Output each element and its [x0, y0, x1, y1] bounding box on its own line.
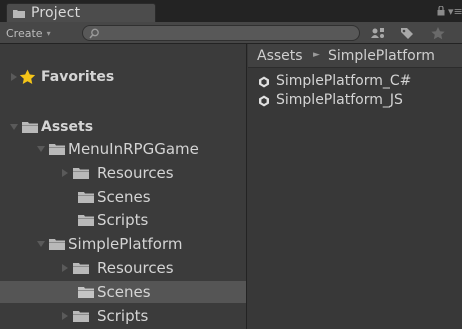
tree-item-menu-scripts[interactable]: Scripts: [0, 209, 246, 231]
breadcrumb-simpleplatform[interactable]: SimplePlatform: [328, 48, 435, 64]
tree-item-label: Resources: [97, 259, 174, 277]
tree-item-label: Scenes: [97, 283, 151, 301]
tab-project[interactable]: Project: [6, 3, 156, 22]
folder-icon: [13, 10, 25, 18]
panel-menu-icon[interactable]: ▾≡: [448, 5, 462, 18]
star-icon: [19, 69, 36, 85]
tree-item-menu-scenes[interactable]: Scenes: [0, 186, 246, 208]
folder-icon: [49, 144, 65, 155]
collapsed-arrow-icon[interactable]: [61, 169, 69, 177]
asset-label: SimplePlatform_JS: [276, 92, 403, 108]
tree-item-label: SimplePlatform: [68, 235, 183, 253]
create-button[interactable]: Create ▾: [6, 25, 51, 41]
breadcrumb: Assets ► SimplePlatform: [248, 44, 462, 68]
tree-item-simpleplatform[interactable]: SimplePlatform: [0, 233, 246, 255]
create-label: Create: [6, 26, 43, 40]
favorite-star-icon[interactable]: [430, 26, 446, 40]
folder-icon: [73, 263, 89, 274]
tree-item-sp-scripts[interactable]: Scripts: [0, 305, 246, 327]
panel-title-bar: Project ▾≡: [0, 0, 462, 22]
search-box[interactable]: [82, 25, 360, 41]
breadcrumb-separator-icon: ►: [313, 50, 320, 60]
tree-item-label: MenuInRPGGame: [68, 140, 199, 158]
tree-item-label: Assets: [41, 119, 94, 135]
tree-item-label: Favorites: [41, 69, 115, 85]
tree-item-favorites[interactable]: Favorites: [0, 66, 246, 88]
tree-item-menu-resources[interactable]: Resources: [0, 162, 246, 184]
asset-label: SimplePlatform_C#: [276, 73, 412, 89]
asset-list-pane: Assets ► SimplePlatform SimplePlatform_C…: [248, 44, 462, 329]
unity-script-icon: [259, 95, 269, 107]
expanded-arrow-icon[interactable]: [37, 145, 45, 153]
tree-item-label: Scripts: [97, 211, 149, 229]
lock-icon[interactable]: [437, 6, 445, 16]
folder-icon: [73, 311, 89, 322]
tree-item-label: Scenes: [97, 188, 151, 206]
tree-item-menuinrpggame[interactable]: MenuInRPGGame: [0, 138, 246, 160]
folder-icon: [78, 215, 94, 226]
tree-item-sp-scenes[interactable]: Scenes: [0, 281, 246, 303]
breadcrumb-assets[interactable]: Assets: [257, 48, 303, 64]
chevron-down-icon: ▾: [46, 28, 51, 38]
expanded-arrow-icon[interactable]: [10, 123, 18, 131]
tab-label: Project: [31, 5, 81, 21]
asset-item[interactable]: SimplePlatform_C#: [258, 73, 458, 91]
search-icon: [89, 28, 99, 39]
collapsed-arrow-icon[interactable]: [61, 312, 69, 320]
project-toolbar: Create ▾: [0, 22, 462, 44]
folder-icon: [49, 239, 65, 250]
asset-item[interactable]: SimplePlatform_JS: [258, 92, 458, 110]
folder-icon: [78, 192, 94, 203]
search-by-type-icon[interactable]: [370, 26, 386, 40]
collapsed-arrow-icon[interactable]: [10, 73, 18, 81]
collapsed-arrow-icon[interactable]: [61, 264, 69, 272]
tree-item-assets[interactable]: Assets: [0, 116, 246, 138]
folder-icon: [22, 122, 38, 133]
label-tag-icon[interactable]: [399, 26, 415, 40]
tree-item-label: Scripts: [97, 307, 149, 325]
expanded-arrow-icon[interactable]: [37, 240, 45, 248]
folder-icon: [78, 287, 94, 298]
tree-item-label: Resources: [97, 164, 174, 182]
folder-icon: [73, 168, 89, 179]
search-input[interactable]: [105, 27, 345, 40]
unity-script-icon: [259, 76, 269, 88]
tree-item-sp-resources[interactable]: Resources: [0, 257, 246, 279]
folder-tree: Favorites Assets MenuInRPGGame Resources…: [0, 44, 247, 329]
